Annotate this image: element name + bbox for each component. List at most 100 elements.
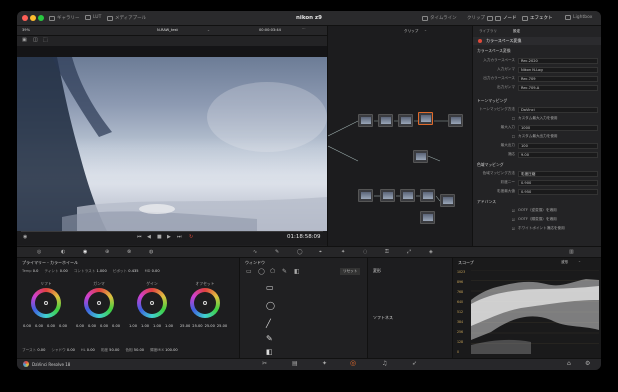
adaptation-field[interactable]: 9.00 <box>518 151 598 158</box>
adaptation-row[interactable]: 適応 9.00 <box>478 151 598 158</box>
magic-mask-icon[interactable]: ✦ <box>341 249 345 255</box>
highlight-icon[interactable]: ⬚ <box>43 37 48 43</box>
node-02[interactable] <box>378 114 393 127</box>
shadow-value[interactable]: 0.00 <box>67 348 75 352</box>
input-color-space-select[interactable]: Rec.2020 <box>518 57 598 64</box>
gain-wheel[interactable] <box>137 288 167 318</box>
custom-max-input-row[interactable]: ☐ カスタム最大入力を使用 <box>478 115 598 122</box>
contrast-param[interactable]: コントラスト 1.000 <box>74 269 107 274</box>
brush-window-icon[interactable]: ✎ <box>266 334 273 343</box>
node-07[interactable] <box>358 189 373 202</box>
node-11[interactable] <box>440 194 455 207</box>
scope-mode-select[interactable]: 波形 <box>561 260 568 265</box>
chevron-down-icon[interactable]: ⌄ <box>207 28 210 32</box>
saturation-max-field[interactable]: 0.950 <box>518 188 598 195</box>
color-wheels-icon[interactable]: ◉ <box>83 249 87 255</box>
max-output-row[interactable]: 最大出力 100 <box>478 142 598 149</box>
node-06[interactable] <box>413 150 428 163</box>
md-value[interactable]: 0.00 <box>152 269 160 273</box>
viewer[interactable] <box>17 46 327 231</box>
pivot-param[interactable]: ピボット 0.435 <box>113 269 139 274</box>
tint-value[interactable]: 0.00 <box>60 269 68 273</box>
lift-value[interactable]: 0.00 <box>23 324 31 328</box>
lift-value[interactable]: 0.00 <box>59 324 67 328</box>
section-color-space[interactable]: カラースペース変換 <box>477 48 511 54</box>
lift-value[interactable]: 0.00 <box>47 324 55 328</box>
gain-value[interactable]: 1.00 <box>129 324 137 328</box>
hdr-icon[interactable]: ⊕ <box>105 249 109 255</box>
checkbox-checked-icon[interactable]: ☑ <box>478 209 518 213</box>
pen-window-icon[interactable]: ╱ <box>266 319 271 328</box>
rgb-mixer-icon[interactable]: ⊗ <box>127 249 131 255</box>
wheel-center-handle[interactable] <box>97 301 101 305</box>
camera-raw-icon[interactable]: ◎ <box>37 249 41 255</box>
circle-window-icon[interactable]: ◯ <box>266 301 275 310</box>
custom-max-output-row[interactable]: ☐ カスタム最大出力を使用 <box>478 133 598 140</box>
tone-mapping-method-row[interactable]: トーンマッピング方法 DaVinci <box>478 106 598 113</box>
circle-window-icon[interactable]: ◯ <box>258 268 265 275</box>
curve-window-icon[interactable]: ✎ <box>282 268 287 275</box>
wheel-center-handle[interactable] <box>150 301 154 305</box>
scrubber-track[interactable] <box>21 231 323 232</box>
motion-effects-icon[interactable]: ◍ <box>149 249 153 255</box>
gain-value[interactable]: 1.00 <box>141 324 149 328</box>
node-04-selected[interactable] <box>418 112 433 125</box>
shadow-param[interactable]: シャドウ 0.00 <box>51 348 75 353</box>
output-gamma-row[interactable]: 出力ガンマ Rec.709-A <box>478 84 598 91</box>
tone-mapping-method-select[interactable]: DaVinci <box>518 106 598 113</box>
saturation-param[interactable]: 彩度 50.00 <box>101 348 120 353</box>
viewer-options-icon[interactable]: ⋯ <box>302 27 306 31</box>
gain-value[interactable]: 1.00 <box>153 324 161 328</box>
audio-icon[interactable]: ◉ <box>23 234 27 240</box>
node-editor[interactable]: クリップ ⌄ <box>327 26 472 246</box>
hue-param[interactable]: 色相 50.00 <box>125 348 144 353</box>
node-01[interactable] <box>358 114 373 127</box>
lum-mix-param[interactable]: 輝度MIX 100.00 <box>150 348 178 353</box>
tab-settings[interactable]: 設定 <box>513 29 520 34</box>
color-match-icon[interactable]: ◐ <box>61 249 65 255</box>
scope-toggle-icon[interactable]: ▥ <box>569 249 574 255</box>
checkbox-checked-icon[interactable]: ☑ <box>478 227 518 231</box>
max-input-field[interactable]: 1000 <box>518 124 598 131</box>
lift-wheel[interactable] <box>31 288 61 318</box>
node-09[interactable] <box>400 189 415 202</box>
gamma-value[interactable]: 0.00 <box>100 324 108 328</box>
output-color-space-select[interactable]: Rec.709 <box>518 75 598 82</box>
blur-icon[interactable]: ◌ <box>363 249 367 255</box>
gamma-value[interactable]: 0.00 <box>88 324 96 328</box>
node-05[interactable] <box>448 114 463 127</box>
page-cut-icon[interactable]: ✂ <box>262 360 267 367</box>
inverse-ootf-row[interactable]: ☑ OOTF（逆変換）を適用 <box>478 207 598 214</box>
gradient-window-icon[interactable]: ◧ <box>294 268 300 275</box>
lift-value[interactable]: 0.00 <box>35 324 43 328</box>
input-gamma-row[interactable]: 入力ガンマ Nikon N-Log <box>478 66 598 73</box>
reset-button[interactable]: リセット <box>340 268 361 275</box>
page-deliver-icon[interactable]: ➶ <box>412 360 417 367</box>
gamma-wheel[interactable] <box>84 288 114 318</box>
linear-window-icon[interactable]: ▭ <box>246 268 252 275</box>
zoom-level[interactable]: 39% <box>22 28 30 32</box>
hl-param[interactable]: HL 0.00 <box>81 348 95 353</box>
boost-param[interactable]: ブースト 0.00 <box>22 348 45 353</box>
gamma-value[interactable]: 0.00 <box>76 324 84 328</box>
section-tone-mapping[interactable]: トーンマッピング <box>477 98 507 104</box>
node-10[interactable] <box>420 189 435 202</box>
square-window-icon[interactable]: ▭ <box>266 283 274 292</box>
lightbox-button[interactable]: Lightbox <box>565 15 592 20</box>
offset-values[interactable]: 25.00 25.00 25.00 25.00 <box>180 324 227 328</box>
polygon-window-icon[interactable]: ⬠ <box>270 268 275 275</box>
page-color-icon[interactable]: ◎ <box>350 359 356 367</box>
output-gamma-select[interactable]: Rec.709-A <box>518 84 598 91</box>
checkbox-checked-icon[interactable]: ☑ <box>478 218 518 222</box>
node-08[interactable] <box>380 189 395 202</box>
section-advanced[interactable]: アドバンス <box>477 199 496 205</box>
tint-param[interactable]: ティント 0.00 <box>44 269 67 274</box>
node-03[interactable] <box>398 114 413 127</box>
output-color-space-row[interactable]: 出力カラースペース Rec.709 <box>478 75 598 82</box>
gain-value[interactable]: 1.00 <box>165 324 173 328</box>
boost-value[interactable]: 0.00 <box>37 348 45 352</box>
window-icon[interactable]: ◯ <box>297 249 303 255</box>
page-edit-icon[interactable]: ▤ <box>292 360 298 367</box>
skip-back-icon[interactable]: ⏮ <box>137 234 142 240</box>
page-fusion-icon[interactable]: ✦ <box>322 360 327 367</box>
